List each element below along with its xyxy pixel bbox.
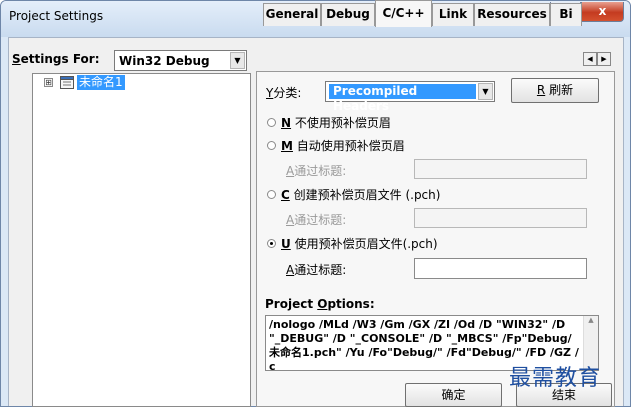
tab-resources[interactable]: Resources (474, 3, 550, 26)
use-through-header-input[interactable] (414, 258, 587, 279)
watermark-text: 最需教育 (509, 366, 602, 391)
auto-through-header-label: A通过标题: (286, 164, 347, 178)
radio-create-pch[interactable] (267, 190, 276, 199)
tab-browse-info[interactable]: Bi (550, 3, 582, 26)
radio-use-pch-label: U 使用预补偿页眉文件(.pch) (281, 237, 438, 251)
reset-button[interactable]: R 刷新 (511, 78, 599, 103)
radio-no-pch[interactable] (267, 118, 276, 127)
tab-general[interactable]: General (263, 3, 321, 26)
tab-scroll-right-icon[interactable]: ▶ (597, 52, 611, 66)
chevron-down-icon[interactable]: ▼ (478, 83, 493, 100)
settings-for-combo[interactable]: Win32 Debug ▼ (114, 50, 247, 71)
auto-through-header-input[interactable] (414, 159, 587, 179)
create-through-header-input[interactable] (414, 208, 587, 228)
category-value: Precompiled Headers (329, 84, 476, 113)
radio-use-pch[interactable] (267, 239, 276, 248)
window-title: Project Settings (9, 9, 104, 23)
settings-for-label: Settings For: (12, 52, 100, 66)
project-options-label: Project Options: (265, 297, 375, 311)
project-icon (60, 76, 74, 89)
radio-auto-pch-label: M 自动使用预补偿页眉 (281, 139, 405, 153)
project-tree[interactable]: ⊞ 未命名1 (32, 73, 251, 407)
use-through-header-label: A通过标题: (286, 263, 347, 277)
close-window-button[interactable]: x (581, 2, 624, 22)
tab-link[interactable]: Link (432, 3, 474, 26)
settings-for-value: Win32 Debug (119, 54, 210, 68)
tab-debug[interactable]: Debug (321, 3, 375, 26)
expand-icon[interactable]: ⊞ (44, 78, 53, 87)
tree-item-project[interactable]: 未命名1 (77, 75, 125, 90)
chevron-down-icon[interactable]: ▼ (230, 52, 245, 69)
category-label: Y分类: (266, 86, 302, 100)
create-through-header-label: A通过标题: (286, 213, 347, 227)
tab-scroll-left-icon[interactable]: ◀ (583, 52, 597, 66)
category-combo[interactable]: Precompiled Headers ▼ (325, 81, 495, 113)
ok-button[interactable]: 确定 (405, 383, 502, 407)
radio-no-pch-label: N 不使用预补偿页眉 (281, 116, 391, 130)
radio-auto-pch[interactable] (267, 141, 276, 150)
radio-create-pch-label: C 创建预补偿页眉文件 (.pch) (281, 188, 441, 202)
tab-c-cpp[interactable]: C/C++ (375, 0, 432, 27)
